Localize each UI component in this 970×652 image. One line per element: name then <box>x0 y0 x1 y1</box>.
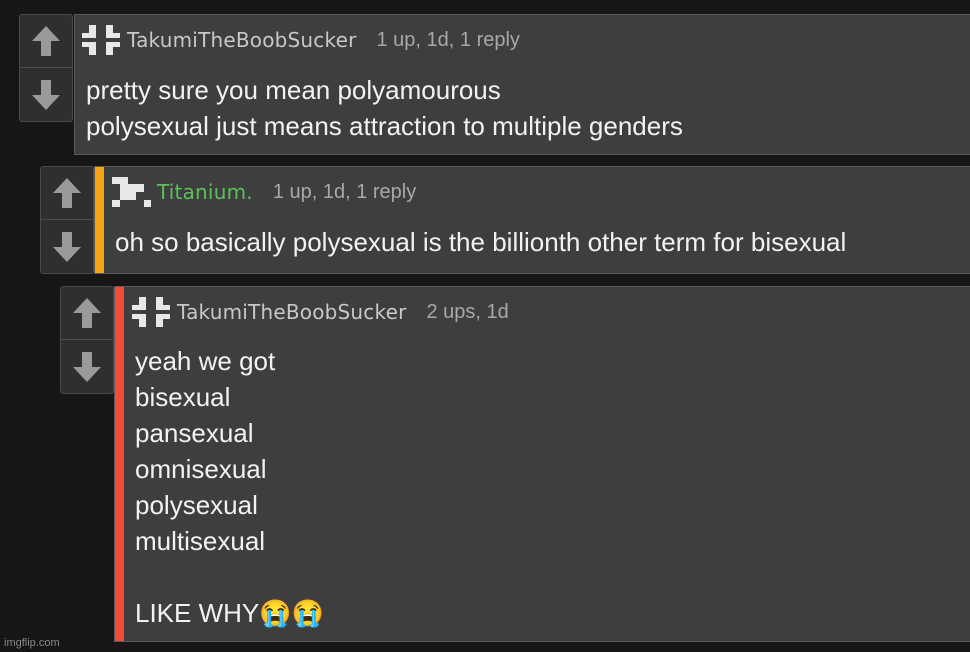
upvote-button[interactable] <box>41 167 93 220</box>
imgflip-watermark: imgflip.com <box>4 637 60 649</box>
downvote-arrow-icon <box>73 352 101 382</box>
comment-meta: Titanium. 1 up, 1d, 1 reply <box>111 173 416 211</box>
comment-meta: TakumiTheBoobSucker 1 up, 1d, 1 reply <box>81 21 520 59</box>
comment-meta: TakumiTheBoobSucker 2 ups, 1d <box>131 293 509 331</box>
downvote-arrow-icon <box>53 232 81 262</box>
comment-body: oh so basically polysexual is the billio… <box>115 224 846 260</box>
pinwheel-avatar-icon <box>132 297 170 327</box>
pinwheel-avatar-icon <box>82 25 120 55</box>
comment-body-line: yeah we got <box>135 346 276 376</box>
username-link[interactable]: Titanium. <box>157 180 253 204</box>
comment-card: TakumiTheBoobSucker 2 ups, 1d yeah we go… <box>114 286 970 642</box>
comment-stats: 1 up, 1d, 1 reply <box>272 180 417 203</box>
comment-card: TakumiTheBoobSucker 1 up, 1d, 1 reply pr… <box>74 14 970 155</box>
comment-body-line: pretty sure you mean polyamourous <box>86 75 501 105</box>
comment-body-line: omnisexual <box>135 454 267 484</box>
comment-body-line: LIKE WHY😭😭 <box>135 598 324 628</box>
comment-body-line: bisexual <box>135 382 231 412</box>
downvote-button[interactable] <box>41 221 93 273</box>
upvote-arrow-icon <box>53 178 81 208</box>
comment-body: yeah we got bisexual pansexual omnisexua… <box>135 343 324 631</box>
username-link[interactable]: TakumiTheBoobSucker <box>177 300 407 324</box>
vote-box <box>40 166 94 274</box>
downvote-arrow-icon <box>32 80 60 110</box>
pixel-x-avatar-icon <box>112 177 151 207</box>
comment-body-line <box>135 559 324 595</box>
comment-card: Titanium. 1 up, 1d, 1 reply oh so basica… <box>94 166 970 274</box>
comment-body-line: polysexual just means attraction to mult… <box>86 111 683 141</box>
comment-body-line: oh so basically polysexual is the billio… <box>115 227 847 257</box>
upvote-button[interactable] <box>61 287 113 340</box>
vote-box <box>19 14 73 122</box>
upvote-arrow-icon <box>73 298 101 328</box>
upvote-button[interactable] <box>20 15 72 68</box>
comment-body-line: multisexual <box>135 526 266 556</box>
comment-body-line: pansexual <box>135 418 254 448</box>
comment-level-stripe <box>95 167 104 273</box>
comment-thread: TakumiTheBoobSucker 1 up, 1d, 1 reply pr… <box>0 0 970 652</box>
username-link[interactable]: TakumiTheBoobSucker <box>127 28 357 52</box>
comment-stats: 1 up, 1d, 1 reply <box>376 28 520 51</box>
upvote-arrow-icon <box>32 26 60 56</box>
downvote-button[interactable] <box>61 341 113 393</box>
comment-body-line: polysexual <box>135 490 258 520</box>
comment-stats: 2 ups, 1d <box>426 300 509 323</box>
comment-level-stripe <box>115 287 124 641</box>
downvote-button[interactable] <box>20 69 72 121</box>
comment-body: pretty sure you mean polyamourous polyse… <box>86 72 683 144</box>
vote-box <box>60 286 114 394</box>
